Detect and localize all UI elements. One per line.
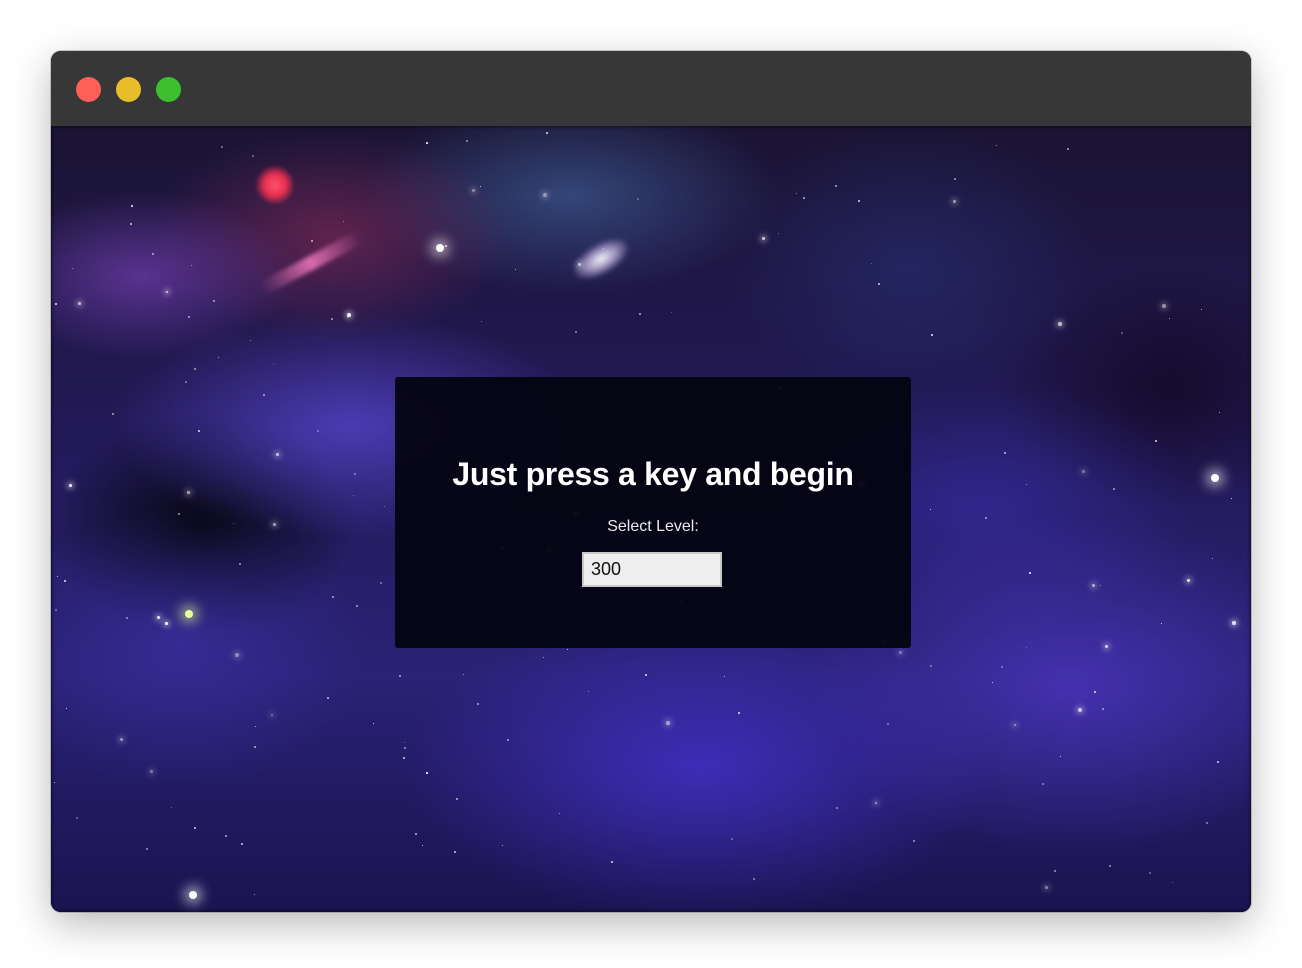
star xyxy=(221,146,223,148)
star xyxy=(953,200,956,203)
level-label: Select Level: xyxy=(607,518,699,535)
star xyxy=(157,616,160,619)
start-panel: Just press a key and begin Select Level: xyxy=(395,377,911,648)
zoom-window-button[interactable] xyxy=(156,77,181,102)
star xyxy=(887,723,889,725)
start-title: Just press a key and begin xyxy=(452,456,854,492)
star xyxy=(575,331,577,333)
star xyxy=(803,197,805,199)
star xyxy=(150,770,153,773)
star xyxy=(1042,783,1044,785)
level-input[interactable] xyxy=(582,552,722,587)
star xyxy=(611,861,613,863)
star xyxy=(546,132,548,134)
bright-star xyxy=(1211,474,1219,482)
star xyxy=(332,596,334,598)
star xyxy=(55,303,57,305)
star xyxy=(187,491,190,494)
star xyxy=(1094,691,1096,693)
star xyxy=(954,178,956,180)
star xyxy=(1045,886,1048,889)
star xyxy=(456,798,458,800)
star xyxy=(645,674,647,676)
bright-star xyxy=(436,244,444,252)
star xyxy=(1054,870,1056,872)
star xyxy=(198,430,200,432)
star xyxy=(78,302,81,305)
bright-star xyxy=(185,610,193,618)
star xyxy=(317,430,319,432)
star xyxy=(235,653,239,657)
star xyxy=(185,381,187,383)
window-titlebar xyxy=(51,51,1251,127)
star xyxy=(188,316,190,318)
star xyxy=(69,484,72,487)
star xyxy=(1029,572,1031,574)
star xyxy=(165,622,168,625)
star xyxy=(858,200,860,202)
star xyxy=(152,253,154,255)
star xyxy=(146,848,148,850)
star xyxy=(1004,452,1006,454)
star xyxy=(1102,708,1104,710)
star xyxy=(347,313,351,317)
star xyxy=(472,189,475,192)
star xyxy=(241,843,243,845)
star xyxy=(72,268,73,269)
star xyxy=(1113,488,1115,490)
star xyxy=(762,237,765,240)
minimize-window-button[interactable] xyxy=(116,77,141,102)
star xyxy=(666,721,670,725)
star xyxy=(426,142,428,144)
star xyxy=(899,651,902,654)
game-viewport[interactable]: Just press a key and begin Select Level: xyxy=(51,126,1251,912)
star xyxy=(836,807,838,809)
star xyxy=(327,697,329,699)
star xyxy=(55,609,57,611)
star xyxy=(1109,865,1111,867)
star xyxy=(194,827,196,829)
star xyxy=(131,205,133,207)
star xyxy=(403,757,405,759)
star xyxy=(126,617,128,619)
star xyxy=(225,835,227,837)
star xyxy=(1217,761,1219,763)
close-window-button[interactable] xyxy=(76,77,101,102)
star xyxy=(1058,322,1062,326)
star xyxy=(194,368,196,370)
star xyxy=(130,223,132,225)
star xyxy=(796,193,797,194)
browser-window: Just press a key and begin Select Level: xyxy=(51,51,1251,912)
star xyxy=(331,318,333,320)
star xyxy=(1232,621,1236,625)
star xyxy=(445,245,447,247)
bright-star xyxy=(189,891,197,899)
star xyxy=(273,523,276,526)
star xyxy=(578,263,581,266)
star xyxy=(276,453,279,456)
star xyxy=(64,580,66,582)
star xyxy=(354,473,356,475)
star xyxy=(588,691,589,692)
star xyxy=(426,772,428,774)
